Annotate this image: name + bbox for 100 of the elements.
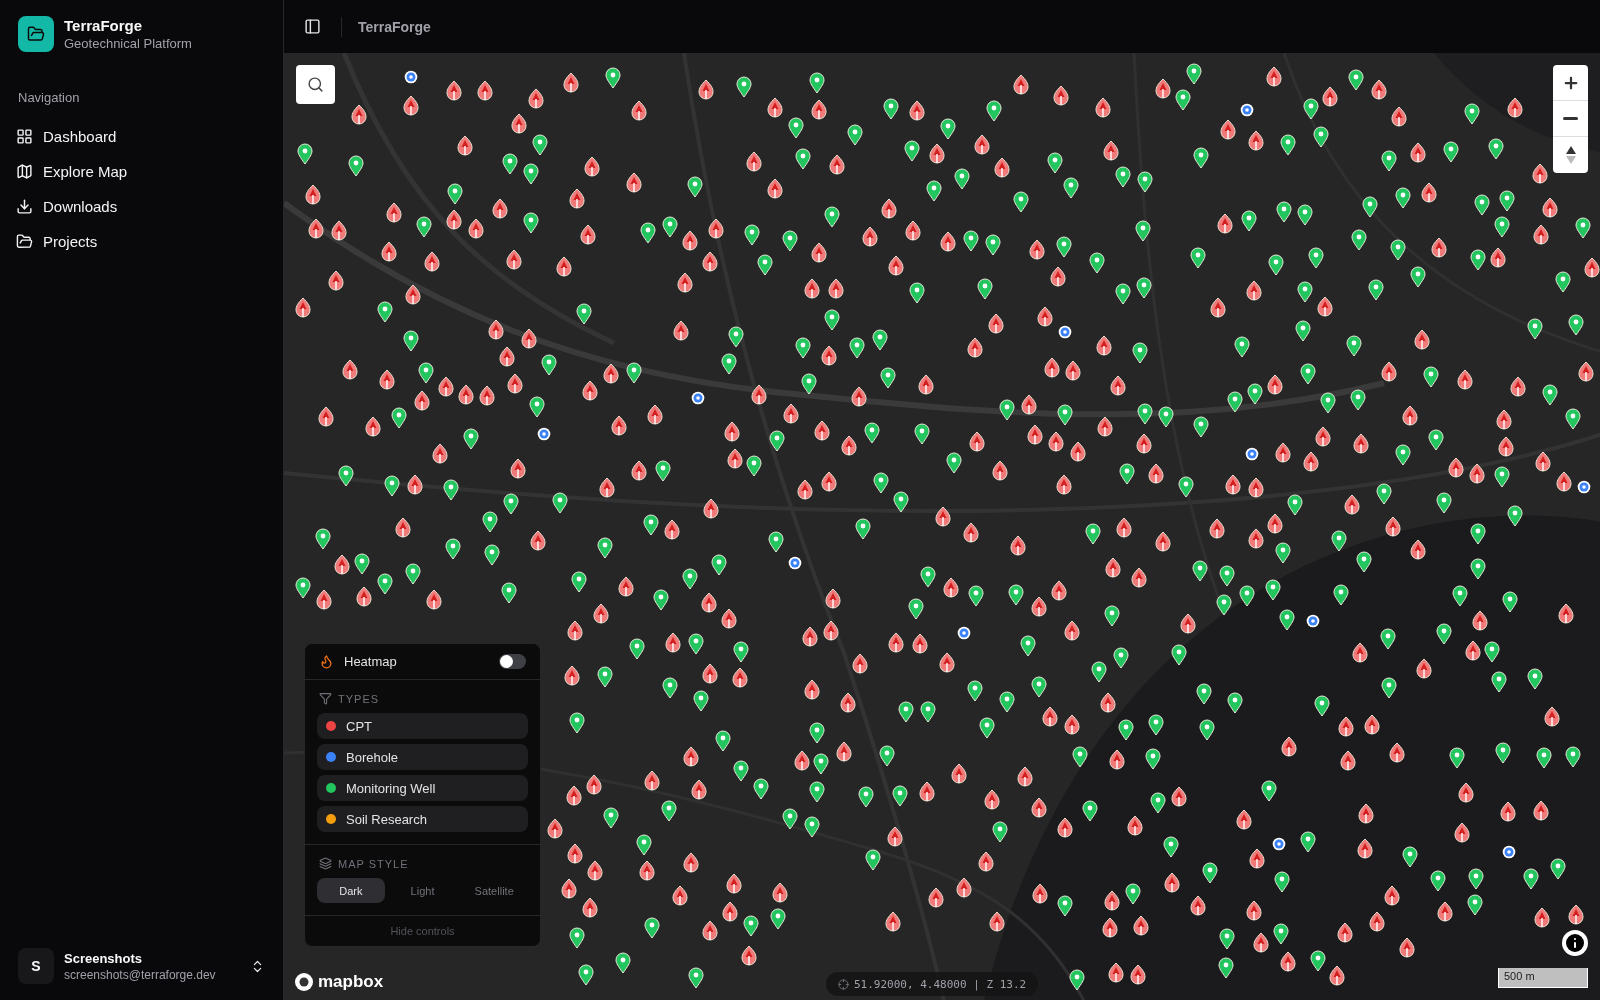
cpt-marker-icon[interactable] [1016,765,1033,788]
cpt-marker-icon[interactable] [582,897,599,920]
cpt-marker-icon[interactable] [1498,436,1515,459]
well-marker-icon[interactable] [1177,475,1194,498]
well-marker-icon[interactable] [968,584,985,607]
cpt-marker-icon[interactable] [987,313,1004,336]
well-marker-icon[interactable] [1030,676,1047,698]
well-marker-icon[interactable] [1279,608,1296,631]
well-marker-icon[interactable] [1114,165,1131,188]
well-marker-icon[interactable] [1506,505,1523,528]
well-marker-icon[interactable] [1297,281,1314,304]
well-marker-icon[interactable] [710,554,727,576]
cpt-marker-icon[interactable] [702,919,719,942]
cpt-marker-icon[interactable] [476,79,493,102]
cpt-marker-icon[interactable] [456,135,473,158]
well-marker-icon[interactable] [1554,270,1571,293]
cpt-marker-icon[interactable] [1369,911,1386,934]
well-marker-icon[interactable] [732,760,749,783]
well-marker-icon[interactable] [446,183,463,206]
cpt-marker-icon[interactable] [1431,236,1448,259]
cpt-marker-icon[interactable] [796,479,813,501]
well-marker-icon[interactable] [1379,628,1396,651]
well-marker-icon[interactable] [1314,695,1331,718]
well-marker-icon[interactable] [1442,140,1459,163]
cpt-marker-icon[interactable] [1219,119,1236,142]
cpt-marker-icon[interactable] [350,104,367,127]
cpt-marker-icon[interactable] [935,506,952,529]
well-marker-icon[interactable] [1449,746,1466,769]
well-marker-icon[interactable] [1488,137,1505,160]
well-marker-icon[interactable] [745,455,762,478]
cpt-marker-icon[interactable] [803,277,820,300]
well-marker-icon[interactable] [642,513,659,536]
cpt-marker-icon[interactable] [1109,749,1126,772]
well-marker-icon[interactable] [551,492,568,515]
cpt-marker-icon[interactable] [457,384,474,407]
well-marker-icon[interactable] [1071,746,1088,768]
cpt-marker-icon[interactable] [1055,474,1072,497]
borehole-marker-icon[interactable] [1306,613,1321,628]
cpt-marker-icon[interactable] [1099,692,1116,715]
cpt-marker-icon[interactable] [1154,530,1171,553]
cpt-marker-icon[interactable] [1148,463,1165,486]
cpt-marker-icon[interactable] [1210,296,1226,319]
cpt-marker-icon[interactable] [1321,85,1338,108]
well-marker-icon[interactable] [742,915,759,938]
well-marker-icon[interactable] [296,143,313,166]
well-marker-icon[interactable] [908,281,925,304]
well-marker-icon[interactable] [1526,318,1543,341]
cpt-marker-icon[interactable] [295,296,312,319]
cpt-marker-icon[interactable] [1317,296,1334,319]
cpt-marker-icon[interactable] [560,878,577,901]
cpt-marker-icon[interactable] [1352,641,1368,664]
cpt-marker-icon[interactable] [1130,963,1147,986]
well-marker-icon[interactable] [864,421,881,444]
well-marker-icon[interactable] [1199,719,1216,741]
well-marker-icon[interactable] [794,148,811,171]
borehole-marker-icon[interactable] [1239,103,1254,118]
well-marker-icon[interactable] [1192,146,1209,169]
cpt-marker-icon[interactable] [1509,376,1526,398]
well-marker-icon[interactable] [463,427,480,450]
well-marker-icon[interactable] [540,354,557,377]
well-marker-icon[interactable] [1275,542,1292,565]
cpt-marker-icon[interactable] [564,664,581,687]
cpt-marker-icon[interactable] [1583,256,1600,279]
well-marker-icon[interactable] [502,492,519,515]
cpt-marker-icon[interactable] [625,172,642,195]
well-marker-icon[interactable] [883,98,900,121]
cpt-marker-icon[interactable] [1336,922,1353,945]
well-marker-icon[interactable] [532,133,549,156]
cpt-marker-icon[interactable] [1051,580,1068,603]
cpt-marker-icon[interactable] [334,554,351,577]
well-marker-icon[interactable] [846,123,863,146]
well-marker-icon[interactable] [1135,219,1152,242]
well-marker-icon[interactable] [1535,746,1552,769]
cpt-marker-icon[interactable] [724,421,741,444]
cpt-marker-icon[interactable] [767,96,784,119]
cpt-marker-icon[interactable] [1131,566,1148,589]
well-marker-icon[interactable] [1436,623,1453,646]
well-marker-icon[interactable] [809,71,826,94]
cpt-marker-icon[interactable] [1028,238,1045,261]
cpt-marker-icon[interactable] [1558,602,1575,625]
well-marker-icon[interactable] [1112,646,1129,669]
cpt-marker-icon[interactable] [647,403,664,426]
well-marker-icon[interactable] [1239,585,1256,608]
well-marker-icon[interactable] [501,152,518,175]
well-marker-icon[interactable] [864,849,881,872]
cpt-marker-icon[interactable] [330,220,347,243]
well-marker-icon[interactable] [500,581,517,604]
cpt-marker-icon[interactable] [977,851,994,874]
cpt-marker-icon[interactable] [1013,73,1030,96]
cpt-marker-icon[interactable] [404,284,421,307]
well-marker-icon[interactable] [879,744,896,767]
cpt-marker-icon[interactable] [1101,916,1118,939]
well-marker-icon[interactable] [1056,403,1073,426]
cpt-marker-icon[interactable] [1132,914,1149,937]
cpt-marker-icon[interactable] [403,95,420,118]
well-marker-icon[interactable] [788,116,805,139]
cpt-marker-icon[interactable] [1542,196,1559,219]
cpt-marker-icon[interactable] [1107,961,1124,984]
cpt-marker-icon[interactable] [1209,518,1226,540]
cpt-marker-icon[interactable] [556,256,573,279]
